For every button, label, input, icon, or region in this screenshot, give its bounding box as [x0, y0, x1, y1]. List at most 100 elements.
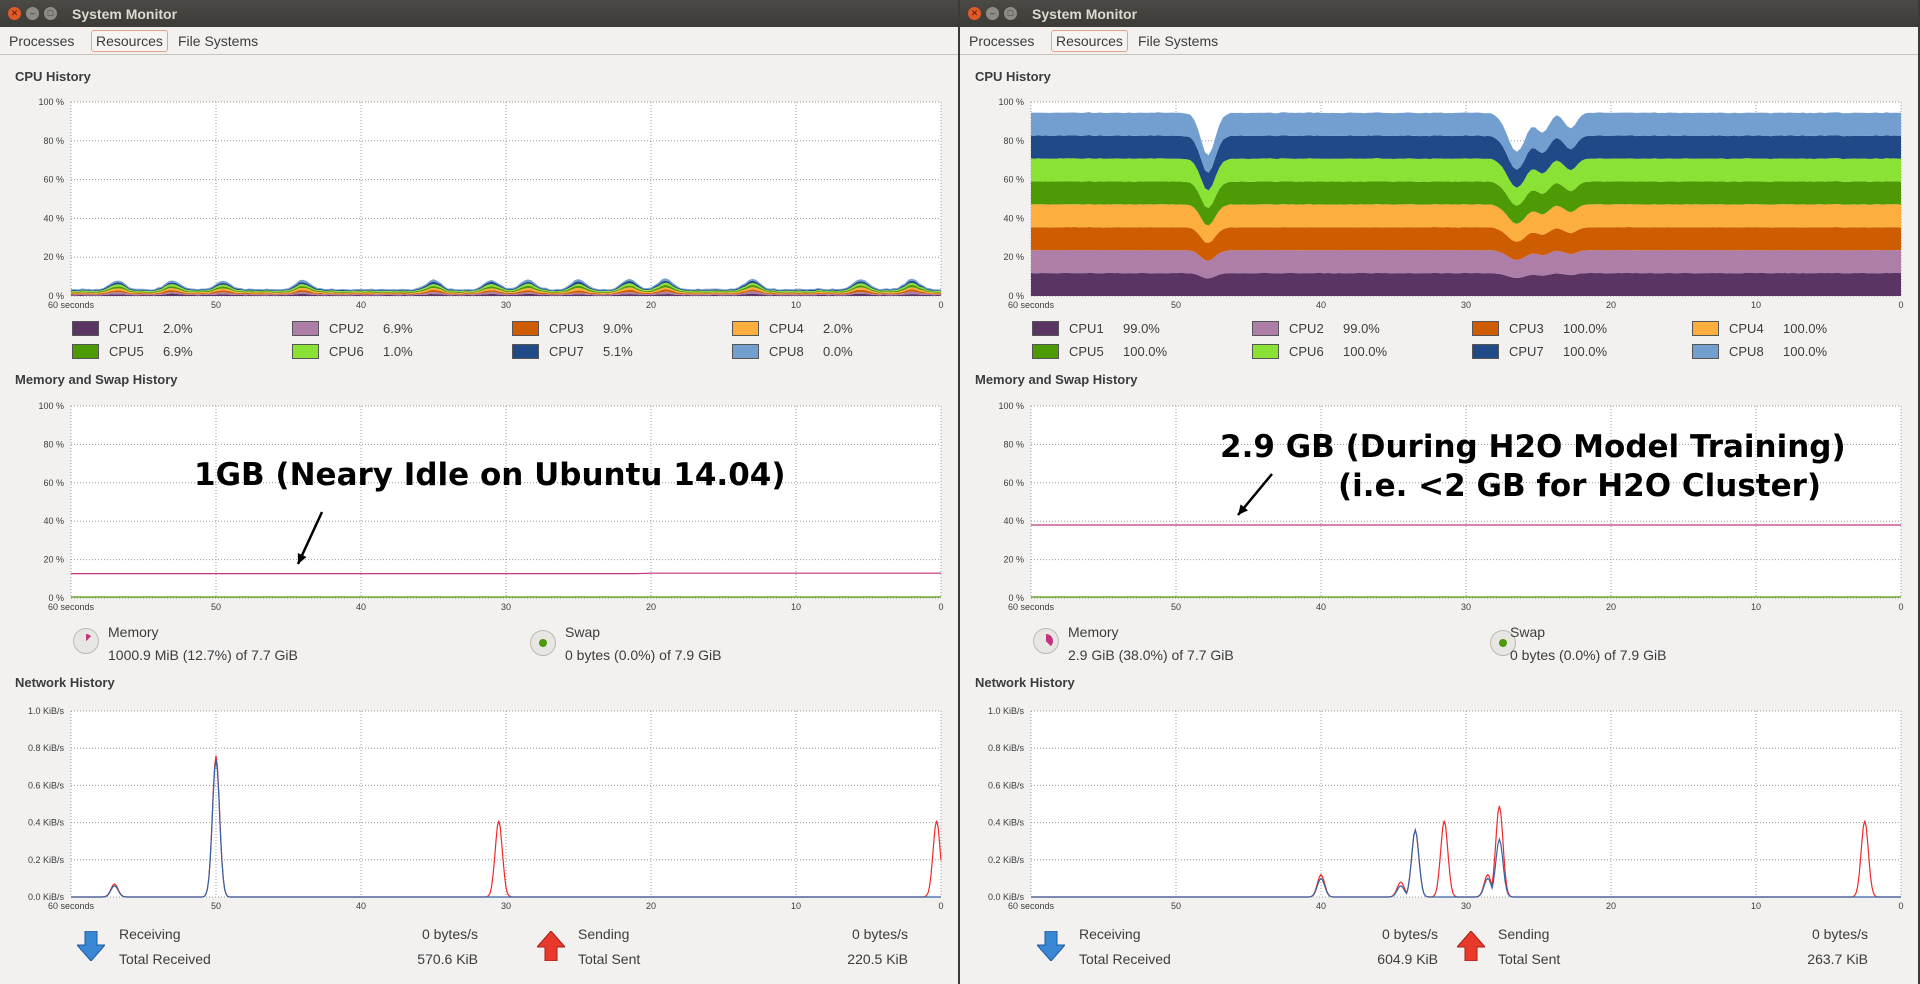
net-x-tick-label: 20 — [1606, 901, 1616, 911]
minimize-icon[interactable]: – — [986, 7, 999, 20]
cpu-legend-label: CPU1 — [1069, 321, 1104, 336]
system-monitor-window-right: ✕ – □ System Monitor Processes Resources… — [960, 0, 1918, 984]
minimize-icon[interactable]: – — [26, 7, 39, 20]
net-y-tick-label: 0.0 KiB/s — [988, 892, 1025, 902]
close-icon[interactable]: ✕ — [8, 7, 21, 20]
cpu-x-tick-label: 20 — [646, 300, 656, 310]
mem-y-tick-label: 60 % — [43, 478, 64, 488]
cpu-legend-value: 100.0% — [1563, 321, 1608, 336]
cpu-color-swatch[interactable] — [1692, 344, 1719, 359]
cpu-color-swatch[interactable] — [1032, 344, 1059, 359]
annotation-arrow-head — [1238, 504, 1249, 515]
cpu-color-swatch[interactable] — [1252, 344, 1279, 359]
mem-x-tick-label: 40 — [1316, 602, 1326, 612]
tab-file-systems[interactable]: File Systems — [174, 31, 262, 51]
cpu-legend-value: 2.0% — [163, 321, 193, 336]
cpu-color-swatch[interactable] — [292, 344, 319, 359]
sending-arrow-icon — [537, 931, 565, 961]
tab-resources[interactable]: Resources — [1051, 30, 1128, 52]
cpu-x-tick-label: 0 — [938, 300, 943, 310]
net-x-tick-label: 40 — [1316, 901, 1326, 911]
cpu-color-swatch[interactable] — [732, 321, 759, 336]
total-received-label: Total Received — [119, 951, 211, 967]
mem-x-tick-label: 40 — [356, 602, 366, 612]
cpu-color-swatch[interactable] — [1252, 321, 1279, 336]
memory-value: 2.9 GiB (38.0%) of 7.7 GiB — [1068, 647, 1234, 663]
cpu-legend-label: CPU4 — [1729, 321, 1764, 336]
cpu-history-title: CPU History — [975, 69, 1051, 84]
cpu-legend-label: CPU5 — [109, 344, 144, 359]
mem-x-tick-label: 50 — [211, 602, 221, 612]
net-x-tick-label: 30 — [501, 901, 511, 911]
mem-plot-frame: 100 % 80 % 60 % 40 % 20 % 0 %60 seconds 50 40 30… — [38, 401, 943, 612]
net-y-tick-label: 0.2 KiB/s — [988, 855, 1025, 865]
maximize-icon[interactable]: □ — [1004, 7, 1017, 20]
mem-y-tick-label: 80 % — [1003, 439, 1024, 449]
cpu-legend-value: 6.9% — [383, 321, 413, 336]
cpu-legend-label: CPU8 — [1729, 344, 1764, 359]
cpu-series-cpu3 — [1031, 226, 1901, 261]
mem-y-tick-label: 80 % — [43, 439, 64, 449]
cpu-legend-value: 1.0% — [383, 344, 413, 359]
tab-processes[interactable]: Processes — [5, 31, 78, 51]
cpu-plot-frame: 100 % 80 % 60 % 40 % 20 % 0 %60 seconds 50 40 30… — [38, 97, 943, 310]
mem-x-tick-label: 0 — [1898, 602, 1903, 612]
receiving-value: 0 bytes/s — [421, 926, 478, 942]
memory-annotation-text: 1GB (Neary Idle on Ubuntu 14.04) — [194, 457, 786, 493]
cpu-x-tick-label: 60 seconds — [1008, 300, 1055, 310]
net-x-tick-label: 40 — [356, 901, 366, 911]
mem-x-tick-label: 50 — [1171, 602, 1181, 612]
cpu-color-swatch[interactable] — [72, 344, 99, 359]
cpu-color-swatch[interactable] — [1472, 321, 1499, 336]
swap-value: 0 bytes (0.0%) of 7.9 GiB — [1510, 647, 1667, 663]
network-history-title: Network History — [975, 675, 1075, 690]
annotation-arrow-icon — [1237, 473, 1273, 516]
cpu-legend-value: 100.0% — [1343, 344, 1388, 359]
titlebar: ✕ – □ System Monitor — [0, 0, 958, 27]
cpu-series-cpu7 — [1031, 135, 1901, 191]
net-plot-frame: 1.0 KiB/s 0.8 KiB/s 0.6 KiB/s 0.4 KiB/s 0.2 … — [988, 706, 1904, 911]
net-x-tick-label: 50 — [1171, 901, 1181, 911]
swap-pie-icon — [530, 630, 556, 656]
mem-x-tick-label: 10 — [1751, 602, 1761, 612]
cpu-x-tick-label: 30 — [501, 300, 511, 310]
cpu-legend-value: 9.0% — [603, 321, 633, 336]
network-series-group — [71, 755, 942, 898]
maximize-icon[interactable]: □ — [44, 7, 57, 20]
cpu-legend-label: CPU2 — [1289, 321, 1324, 336]
net-x-tick-label: 50 — [211, 901, 221, 911]
tab-file-systems[interactable]: File Systems — [1134, 31, 1222, 51]
cpu-color-swatch[interactable] — [1692, 321, 1719, 336]
mem-y-tick-label: 40 % — [1003, 516, 1024, 526]
cpu-color-swatch[interactable] — [292, 321, 319, 336]
cpu-legend-value: 100.0% — [1563, 344, 1608, 359]
cpu-plot-background — [1031, 102, 1901, 296]
tab-resources[interactable]: Resources — [91, 30, 168, 52]
cpu-color-swatch[interactable] — [732, 344, 759, 359]
cpu-series-cpu6 — [1031, 158, 1901, 208]
cpu-y-tick-label: 80 % — [1003, 136, 1024, 146]
total-received-value: 570.6 KiB — [417, 951, 478, 967]
cpu-y-tick-label: 60 % — [43, 175, 64, 185]
cpu-color-swatch[interactable] — [512, 344, 539, 359]
net-y-tick-label: 0.6 KiB/s — [988, 780, 1025, 790]
cpu-legend-label: CPU6 — [329, 344, 364, 359]
mem-plot-background — [71, 406, 941, 598]
cpu-series-cpu5 — [71, 284, 941, 294]
sending-line — [1031, 805, 1901, 898]
sending-label: Sending — [578, 926, 630, 942]
swap-label: Swap — [1510, 624, 1546, 640]
cpu-series-cpu8 — [71, 278, 941, 291]
cpu-color-swatch[interactable] — [1472, 344, 1499, 359]
close-icon[interactable]: ✕ — [968, 7, 981, 20]
cpu-legend-value: 2.0% — [823, 321, 853, 336]
mem-y-tick-label: 60 % — [1003, 478, 1024, 488]
net-x-tick-label: 0 — [938, 901, 943, 911]
cpu-color-swatch[interactable] — [72, 321, 99, 336]
mem-x-tick-label: 30 — [1461, 602, 1471, 612]
net-y-tick-label: 0.4 KiB/s — [28, 818, 65, 828]
cpu-color-swatch[interactable] — [1032, 321, 1059, 336]
cpu-color-swatch[interactable] — [512, 321, 539, 336]
cpu-legend-label: CPU4 — [769, 321, 804, 336]
tab-processes[interactable]: Processes — [965, 31, 1038, 51]
